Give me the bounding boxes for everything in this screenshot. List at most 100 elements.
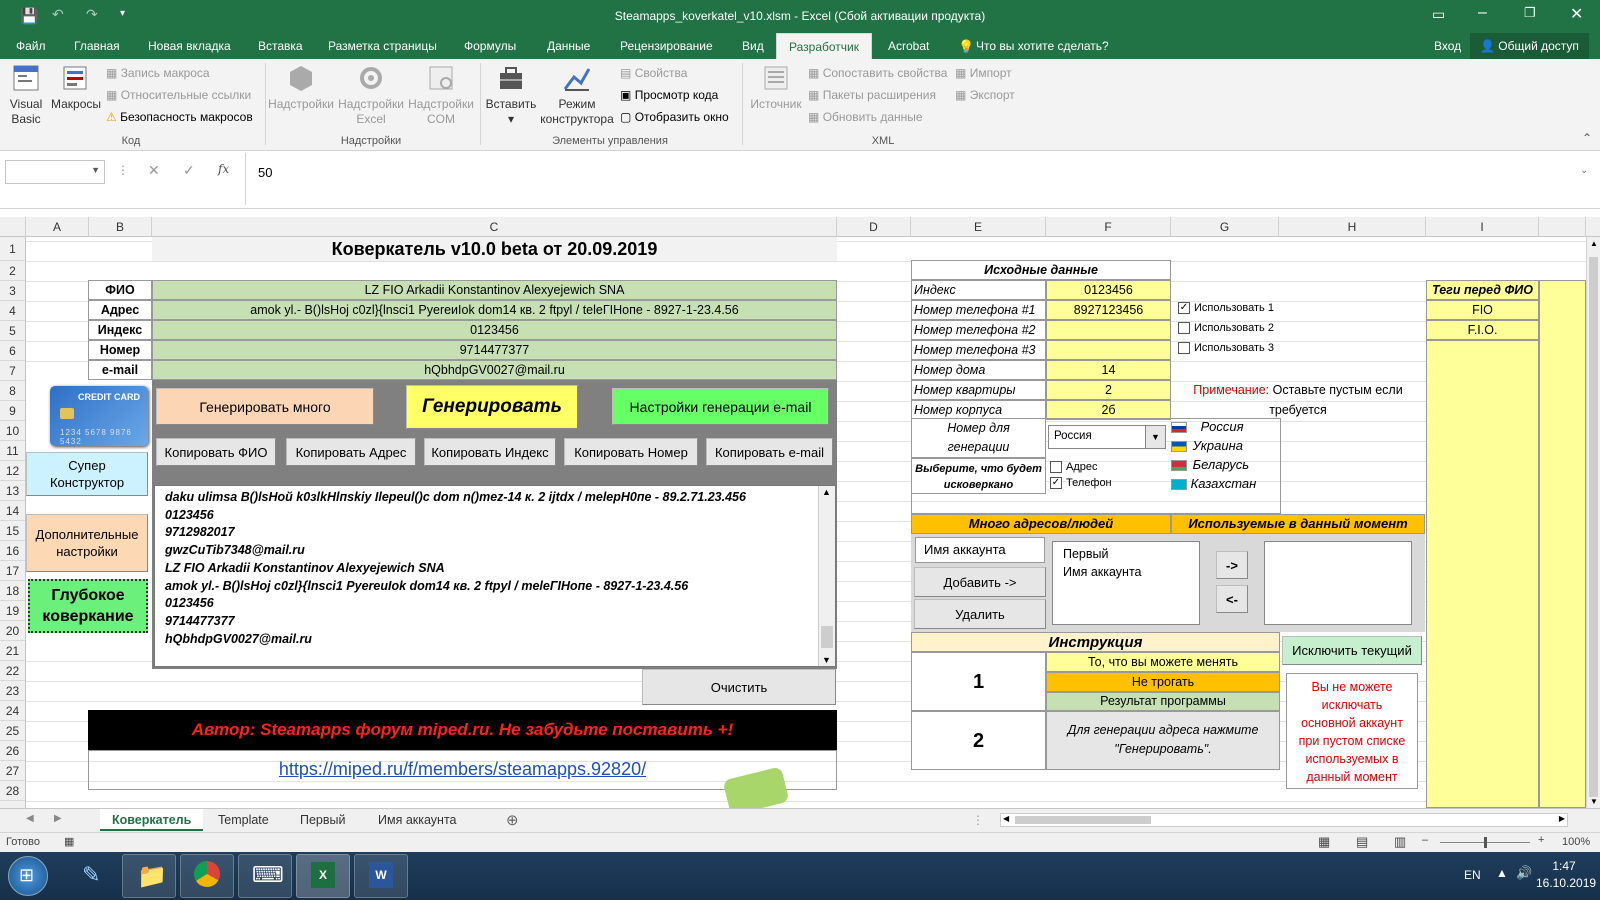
row-header[interactable]: 26: [0, 741, 25, 761]
source-value[interactable]: [1046, 340, 1171, 360]
taskbar-explorer[interactable]: 📁: [122, 854, 176, 898]
macros-button[interactable]: Макросы: [48, 63, 104, 112]
value-address[interactable]: amok yl.- B()lsHoj c0zl}{lnsci1 PyereиIo…: [152, 300, 837, 320]
scroll-up-icon[interactable]: ▲: [1590, 239, 1598, 248]
add-sheet-icon[interactable]: ⊕: [506, 811, 519, 829]
value-email[interactable]: hQbhdpGV0027@mail.ru: [152, 360, 837, 380]
source-value[interactable]: 8927123456: [1046, 300, 1171, 320]
email-settings-button[interactable]: Настройки генерации e-mail: [612, 388, 829, 425]
use-phone-2-checkbox[interactable]: Использовать 2: [1178, 322, 1274, 335]
sheet-tab-account[interactable]: Имя аккаунта: [366, 809, 469, 831]
chevron-down-icon[interactable]: ▼: [91, 165, 100, 175]
copy-fio-button[interactable]: Копировать ФИО: [156, 438, 276, 466]
zoom-level[interactable]: 100%: [1562, 836, 1590, 848]
visual-basic-button[interactable]: Visual Basic: [4, 63, 48, 127]
clock[interactable]: 1:47 16.10.2019: [1536, 858, 1596, 892]
scroll-down-icon[interactable]: ▼: [822, 655, 831, 665]
tab-view[interactable]: Вид: [736, 33, 770, 59]
country-select[interactable]: Россия ▼: [1048, 425, 1166, 449]
row-header[interactable]: 21: [0, 641, 25, 661]
excel-addins-button[interactable]: Надстройки Excel: [336, 63, 406, 127]
row-header[interactable]: 22: [0, 661, 25, 681]
row-header[interactable]: 5: [0, 321, 25, 341]
zoom-out-icon[interactable]: –: [1422, 834, 1428, 846]
tab-review[interactable]: Рецензирование: [614, 33, 719, 59]
next-sheet-icon[interactable]: ▶: [54, 813, 62, 824]
source-value[interactable]: 2б: [1046, 400, 1171, 420]
volume-icon[interactable]: 🔊: [1516, 865, 1532, 881]
minimize-icon[interactable]: –: [1478, 4, 1487, 22]
col-header-e[interactable]: E: [911, 217, 1046, 237]
tab-developer[interactable]: Разработчик: [776, 33, 872, 59]
zoom-in-icon[interactable]: +: [1538, 834, 1544, 846]
copy-index-button[interactable]: Копировать Индекс: [424, 438, 556, 466]
cancel-icon[interactable]: ✕: [148, 162, 160, 179]
tray-expand-icon[interactable]: ▲: [1496, 866, 1508, 880]
macro-security-button[interactable]: ⚠ Безопасность макросов: [106, 109, 253, 125]
row-header[interactable]: 15: [0, 521, 25, 541]
row-header[interactable]: 10: [0, 421, 25, 441]
source-value[interactable]: 0123456: [1046, 280, 1171, 300]
generate-button[interactable]: Генерировать: [406, 385, 578, 429]
list-item[interactable]: Имя аккаунта: [1063, 563, 1189, 581]
col-header-d[interactable]: D: [837, 217, 911, 237]
row-header[interactable]: 11: [0, 441, 25, 461]
row-header[interactable]: 23: [0, 681, 25, 701]
list-item[interactable]: Первый: [1063, 545, 1189, 563]
macro-record-icon[interactable]: ▦: [64, 835, 74, 848]
tab-home[interactable]: Главная: [68, 33, 126, 59]
map-properties-button[interactable]: ▦ Сопоставить свойства: [808, 65, 947, 81]
distort-address-checkbox[interactable]: Адрес: [1050, 461, 1098, 474]
expand-formula-icon[interactable]: ⌄: [1580, 165, 1588, 176]
col-header-h[interactable]: H: [1279, 217, 1426, 237]
taskbar-word[interactable]: W: [354, 854, 408, 898]
tag-item[interactable]: FIO: [1426, 300, 1539, 320]
properties-button[interactable]: ▤ Свойства: [620, 65, 687, 81]
value-index[interactable]: 0123456: [152, 320, 837, 340]
page-layout-view-icon[interactable]: ▤: [1356, 834, 1368, 850]
value-fio[interactable]: LZ FIO Arkadii Konstantinov Alexyejewich…: [152, 280, 837, 300]
sheet-tab-koverkatel[interactable]: Коверкатель: [100, 809, 204, 831]
tab-file[interactable]: Файл: [10, 33, 52, 59]
tab-splitter-icon[interactable]: ⋮: [972, 813, 984, 827]
tab-formulas[interactable]: Формулы: [458, 33, 522, 59]
add-account-button[interactable]: Добавить ->: [914, 567, 1046, 597]
accounts-list[interactable]: Первый Имя аккаунта: [1052, 541, 1200, 625]
col-header-f[interactable]: F: [1046, 217, 1171, 237]
tab-new[interactable]: Новая вкладка: [142, 33, 237, 59]
row-header[interactable]: 3: [0, 281, 25, 301]
import-button[interactable]: ▦ Импорт: [955, 65, 1012, 81]
deep-distortion-button[interactable]: Глубокое коверкание: [28, 579, 148, 633]
scroll-left-icon[interactable]: ◀: [1003, 814, 1009, 823]
row-header[interactable]: 16: [0, 541, 25, 561]
sheet-tab-template[interactable]: Template: [206, 809, 281, 831]
row-header[interactable]: 19: [0, 601, 25, 621]
extra-settings-button[interactable]: Дополнительные настройки: [26, 514, 148, 572]
row-header[interactable]: 27: [0, 761, 25, 781]
language-indicator[interactable]: EN: [1464, 868, 1481, 882]
taskbar-excel[interactable]: X: [296, 854, 350, 898]
row-header[interactable]: 18: [0, 581, 25, 601]
start-button[interactable]: ⊞: [8, 856, 48, 896]
row-header[interactable]: 1: [0, 237, 25, 261]
row-header[interactable]: 24: [0, 701, 25, 721]
name-box[interactable]: ▼: [5, 160, 105, 184]
col-header-j[interactable]: [1539, 217, 1586, 237]
scroll-down-icon[interactable]: ▼: [1590, 797, 1598, 806]
col-header-i[interactable]: I: [1426, 217, 1539, 237]
row-header[interactable]: 28: [0, 781, 25, 801]
collapse-ribbon-icon[interactable]: ⌃: [1582, 131, 1592, 145]
row-header[interactable]: 14: [0, 501, 25, 521]
expansion-packs-button[interactable]: ▦ Пакеты расширения: [808, 87, 936, 103]
move-left-button[interactable]: <-: [1216, 585, 1248, 613]
tell-me-search[interactable]: Что вы хотите сделать?: [970, 33, 1115, 59]
used-accounts-list[interactable]: [1264, 541, 1412, 625]
scroll-up-icon[interactable]: ▲: [822, 487, 831, 497]
run-dialog-button[interactable]: ▢ Отобразить окно: [620, 109, 729, 125]
source-value[interactable]: 14: [1046, 360, 1171, 380]
row-header[interactable]: 6: [0, 341, 25, 361]
source-value[interactable]: 2: [1046, 380, 1171, 400]
row-header[interactable]: 25: [0, 721, 25, 741]
row-header[interactable]: 17: [0, 561, 25, 581]
row-header[interactable]: 7: [0, 361, 25, 381]
